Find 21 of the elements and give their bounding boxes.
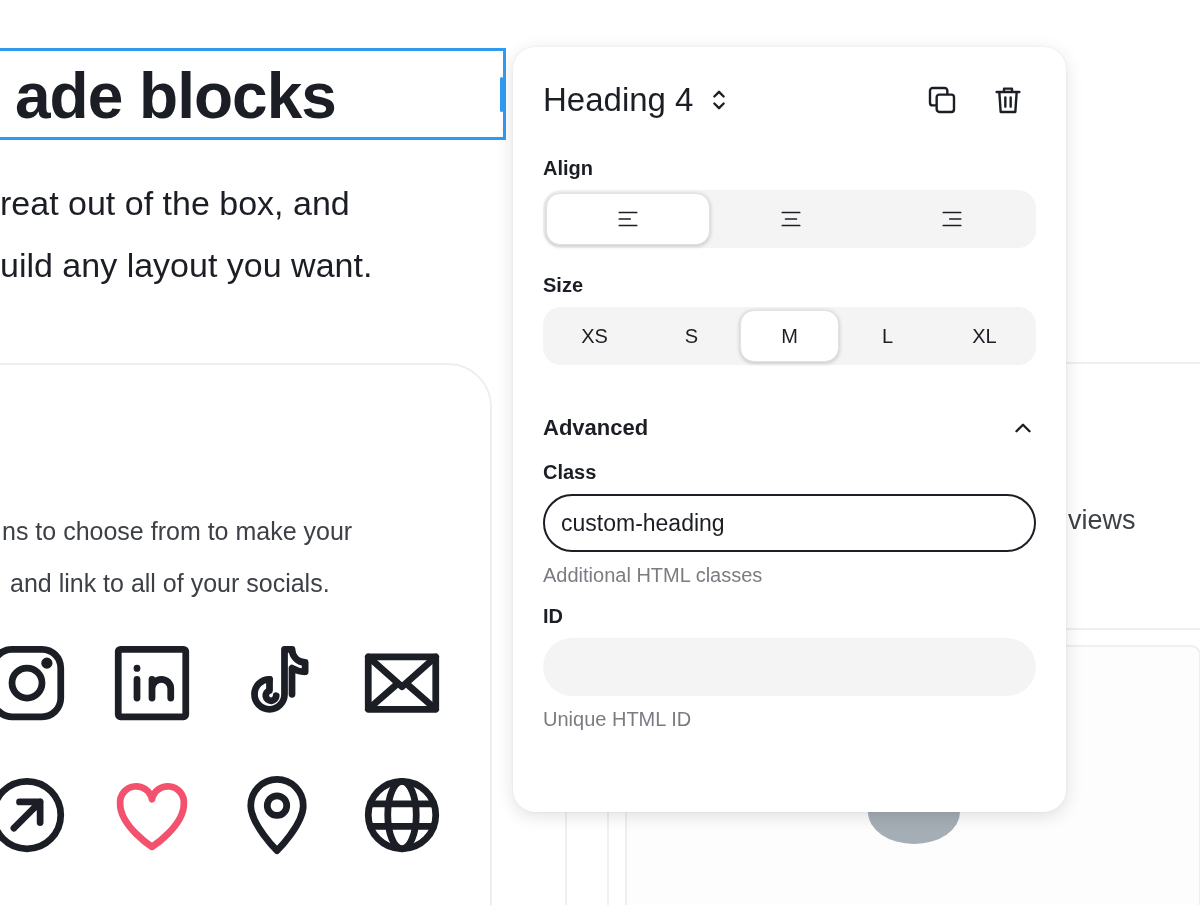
size-option[interactable]: M bbox=[740, 310, 839, 362]
text-field[interactable]: custom-heading bbox=[543, 494, 1036, 552]
field-label: Size bbox=[543, 274, 585, 297]
field-label: Class bbox=[543, 461, 598, 484]
card-text: views bbox=[1068, 505, 1136, 536]
field-label: Align bbox=[543, 157, 594, 180]
intro-text: uild any layout you want. bbox=[0, 245, 373, 286]
field-hint: Unique HTML ID bbox=[543, 708, 693, 731]
copy-icon[interactable] bbox=[926, 84, 958, 116]
card-text: and link to all of your socials. bbox=[9, 568, 331, 599]
size-option[interactable]: L bbox=[839, 310, 936, 362]
size-option[interactable]: S bbox=[643, 310, 740, 362]
resize-handle[interactable] bbox=[500, 77, 503, 112]
heading-block[interactable]: ade blocks bbox=[0, 48, 506, 140]
section-title: Advanced bbox=[543, 415, 649, 441]
card-text: ns to choose from to make your bbox=[2, 516, 353, 547]
field-hint: Additional HTML classes bbox=[543, 564, 764, 587]
size-option[interactable]: XL bbox=[936, 310, 1033, 362]
intro-text: reat out of the box, and bbox=[0, 183, 351, 224]
field-label: ID bbox=[543, 605, 564, 628]
size-option[interactable]: XS bbox=[546, 310, 643, 362]
